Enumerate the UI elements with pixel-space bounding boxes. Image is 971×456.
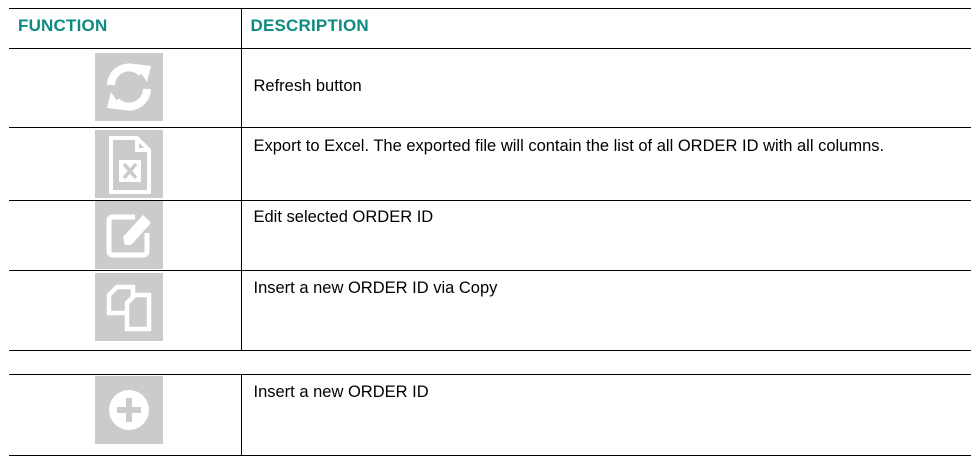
function-header: FUNCTION xyxy=(9,8,242,49)
icon-cell xyxy=(9,374,242,456)
row-description: Insert a new ORDER ID xyxy=(241,374,971,456)
table-row: Insert a new ORDER ID via Copy xyxy=(9,270,971,351)
icon-cell xyxy=(9,127,242,201)
edit-icon xyxy=(95,201,163,269)
function-table-continued: Insert a new ORDER ID xyxy=(9,374,971,456)
row-description: Insert a new ORDER ID via Copy xyxy=(241,270,971,351)
excel-file-icon xyxy=(95,130,163,198)
header-row: FUNCTION DESCRIPTION xyxy=(9,8,971,49)
icon-cell xyxy=(9,270,242,351)
row-description: Export to Excel. The exported file will … xyxy=(241,127,971,201)
refresh-icon xyxy=(95,53,163,121)
row-description: Refresh button xyxy=(241,48,971,128)
icon-cell xyxy=(9,200,242,271)
table-row: Edit selected ORDER ID xyxy=(9,200,971,271)
table-row: Export to Excel. The exported file will … xyxy=(9,127,971,201)
icon-cell xyxy=(9,48,242,128)
row-description: Edit selected ORDER ID xyxy=(241,200,971,271)
table-row: Refresh button xyxy=(9,48,971,128)
description-header: DESCRIPTION xyxy=(241,8,971,49)
table-row: Insert a new ORDER ID xyxy=(9,374,971,456)
add-circle-icon xyxy=(95,376,163,444)
copy-icon xyxy=(95,273,163,341)
function-table: FUNCTION DESCRIPTION Refresh button Expo… xyxy=(9,8,971,351)
